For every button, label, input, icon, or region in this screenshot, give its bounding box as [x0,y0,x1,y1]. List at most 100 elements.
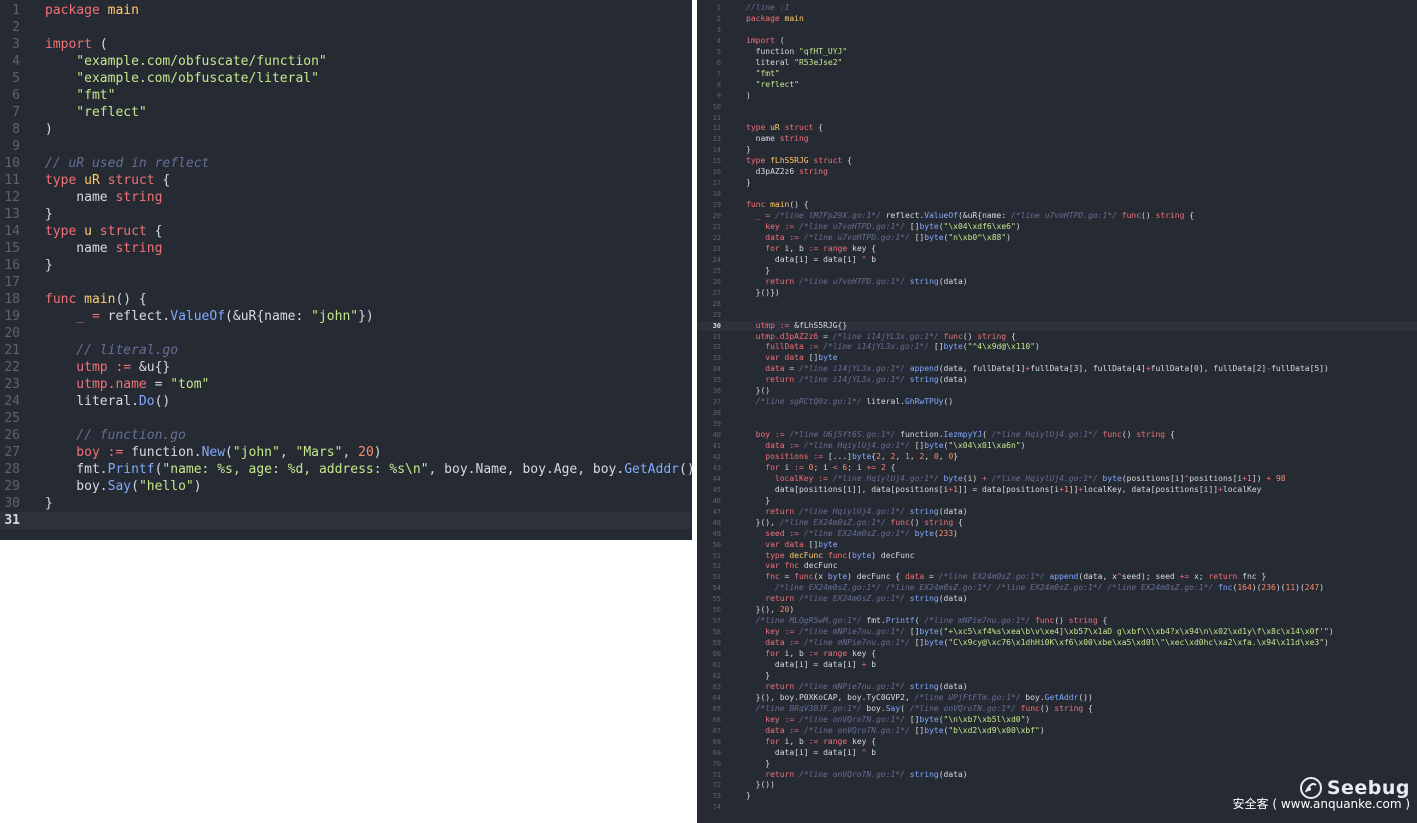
code-line[interactable]: 56 }(), 20) [697,605,1417,616]
code-line[interactable]: 59 data := /*line mNPie7nu.go:1*/ []byte… [697,638,1417,649]
code-line[interactable]: 45 data[positions[i]], data[positions[i+… [697,485,1417,496]
code-line[interactable]: 64 }(), boy.P0XKoCAP, boy.TyC0GVP2, /*li… [697,693,1417,704]
code-line[interactable]: 25 } [697,266,1417,277]
code-line[interactable]: 65 /*line BRqV30JF.go:1*/ boy.Say( /*lin… [697,704,1417,715]
code-line[interactable]: 61 data[i] = data[i] + b [697,660,1417,671]
code-line[interactable]: 32 fullData := /*line i14jYL3x.go:1*/ []… [697,342,1417,353]
code-line[interactable]: 7 "reflect" [0,104,692,121]
code-line[interactable]: 19 func main() { [697,200,1417,211]
code-line[interactable]: 35 return /*line i14jYL3x.go:1*/ string(… [697,375,1417,386]
code-line[interactable]: 16} [0,257,692,274]
code-line[interactable]: 47 return /*line HqiylUj4.go:1*/ string(… [697,507,1417,518]
code-line[interactable]: 57 /*line MLQgR5wM.go:1*/ fmt.Printf( /*… [697,616,1417,627]
code-line[interactable]: 23 utmp.name = "tom" [0,376,692,393]
code-line[interactable]: 58 key := /*line mNPie7nu.go:1*/ []byte(… [697,627,1417,638]
code-line[interactable]: 12 type uR struct { [697,123,1417,134]
code-line[interactable]: 10 [697,102,1417,113]
code-line[interactable]: 8) [0,121,692,138]
code-line[interactable]: 48 }(), /*line EX24m0sZ.go:1*/ func() st… [697,518,1417,529]
code-line[interactable]: 31 utmp.d3pAZ2z6 = /*line i14jYL3x.go:1*… [697,332,1417,343]
code-line[interactable]: 28 fmt.Printf("name: %s, age: %d, addres… [0,461,692,478]
code-line[interactable]: 68 for i, b := range key { [697,737,1417,748]
code-line[interactable]: 36 }() [697,386,1417,397]
code-line[interactable]: 29 boy.Say("hello") [0,478,692,495]
code-line[interactable]: 31 [0,512,692,529]
code-line[interactable]: 13} [0,206,692,223]
code-line[interactable]: 22 data := /*line u7voHTPD.go:1*/ []byte… [697,233,1417,244]
code-line[interactable]: 5 "example.com/obfuscate/literal" [0,70,692,87]
code-line[interactable]: 19 _ = reflect.ValueOf(&uR{name: "john"}… [0,308,692,325]
code-line[interactable]: 43 for i := 0; i < 6; i += 2 { [697,463,1417,474]
code-line[interactable]: 2 package main [697,14,1417,25]
code-line[interactable]: 3 import ( [0,36,692,53]
code-line[interactable]: 38 [697,408,1417,419]
code-line[interactable]: 5 function "qfHT_UYJ" [697,47,1417,58]
code-line[interactable]: 18 func main() { [0,291,692,308]
code-line[interactable]: 51 type decFunc func(byte) decFunc [697,551,1417,562]
code-line[interactable]: 18 [697,189,1417,200]
code-line[interactable]: 50 var data []byte [697,540,1417,551]
code-line[interactable]: 24 literal.Do() [0,393,692,410]
code-line[interactable]: 15 name string [0,240,692,257]
code-line[interactable]: 4 import ( [697,36,1417,47]
code-line[interactable]: 6 literal "R53eJse2" [697,58,1417,69]
code-line[interactable]: 66 key := /*line onVQroTN.go:1*/ []byte(… [697,715,1417,726]
code-line[interactable]: 54 /*line EX24m0sZ.go:1*/ /*line EX24m0s… [697,583,1417,594]
code-line[interactable]: 55 return /*line EX24m0sZ.go:1*/ string(… [697,594,1417,605]
code-line[interactable]: 3 [697,25,1417,36]
code-line[interactable]: 15 type fLhS5RJG struct { [697,156,1417,167]
code-line[interactable]: 10 // uR used in reflect [0,155,692,172]
code-line[interactable]: 12 name string [0,189,692,206]
code-line[interactable]: 34 data = /*line i14jYL3x.go:1*/ append(… [697,364,1417,375]
code-line[interactable]: 1 //line :1 [697,3,1417,14]
code-line[interactable]: 20 [0,325,692,342]
code-line[interactable]: 63 return /*line mNPie7nu.go:1*/ string(… [697,682,1417,693]
code-line[interactable]: 4 "example.com/obfuscate/function" [0,53,692,70]
code-line[interactable]: 14 type u struct { [0,223,692,240]
code-line[interactable]: 17 [0,274,692,291]
code-line[interactable]: 62 } [697,671,1417,682]
code-line[interactable]: 13 name string [697,134,1417,145]
code-line[interactable]: 23 for i, b := range key { [697,244,1417,255]
code-line[interactable]: 25 [0,410,692,427]
code-line[interactable]: 60 for i, b := range key { [697,649,1417,660]
code-line[interactable]: 42 positions := [...]byte{2, 2, 1, 2, 0,… [697,452,1417,463]
code-line[interactable]: 52 var fnc decFunc [697,561,1417,572]
code-line[interactable]: 33 var data []byte [697,353,1417,364]
code-line[interactable]: 8 "reflect" [697,80,1417,91]
code-line[interactable]: 46 } [697,496,1417,507]
code-line[interactable]: 70 } [697,759,1417,770]
left-editor-pane[interactable]: 1 package main 2 3 import (4 "example.com/ob… [0,0,692,540]
code-line[interactable]: 20 _ = /*line lM7Fp29X.go:1*/ reflect.Va… [697,211,1417,222]
code-line[interactable]: 26 return /*line u7voHTPD.go:1*/ string(… [697,277,1417,288]
code-line[interactable]: 16 d3pAZ2z6 string [697,167,1417,178]
code-line[interactable]: 14} [697,145,1417,156]
code-line[interactable]: 22 utmp := &u{} [0,359,692,376]
code-line[interactable]: 9 [0,138,692,155]
code-line[interactable]: 27 boy := function.New("john", "Mars", 2… [0,444,692,461]
code-line[interactable]: 17} [697,178,1417,189]
code-line[interactable]: 67 data := /*line onVQroTN.go:1*/ []byte… [697,726,1417,737]
code-line[interactable]: 27 }()}) [697,288,1417,299]
code-line[interactable]: 21 // literal.go [0,342,692,359]
code-line[interactable]: 53 fnc = func(x byte) decFunc { data = /… [697,572,1417,583]
code-line[interactable]: 7 "fmt" [697,69,1417,80]
code-line[interactable]: 24 data[i] = data[i] ^ b [697,255,1417,266]
code-line[interactable]: 2 [0,19,692,36]
code-line[interactable]: 21 key := /*line u7voHTPD.go:1*/ []byte(… [697,222,1417,233]
code-line[interactable]: 69 data[i] = data[i] ^ b [697,748,1417,759]
code-line[interactable]: 9) [697,91,1417,102]
code-line[interactable]: 41 data := /*line HqiylUj4.go:1*/ []byte… [697,441,1417,452]
code-line[interactable]: 37 /*line sgRCtQ0z.go:1*/ literal.GhRwTP… [697,397,1417,408]
code-line[interactable]: 44 localKey := /*line HqiylUj4.go:1*/ by… [697,474,1417,485]
code-line[interactable]: 30} [0,495,692,512]
code-line[interactable]: 26 // function.go [0,427,692,444]
code-line[interactable]: 49 seed := /*line EX24m0sZ.go:1*/ byte(2… [697,529,1417,540]
code-line[interactable]: 39 [697,419,1417,430]
code-line[interactable]: 40 boy := /*line U6j5Yt6S.go:1*/ functio… [697,430,1417,441]
code-line[interactable]: 6 "fmt" [0,87,692,104]
code-line[interactable]: 1 package main [0,2,692,19]
code-line[interactable]: 11 type uR struct { [0,172,692,189]
right-editor-pane[interactable]: 1//line :1 2 package main 3 4 import (5 funct… [697,0,1417,823]
code-line[interactable]: 11 [697,113,1417,124]
